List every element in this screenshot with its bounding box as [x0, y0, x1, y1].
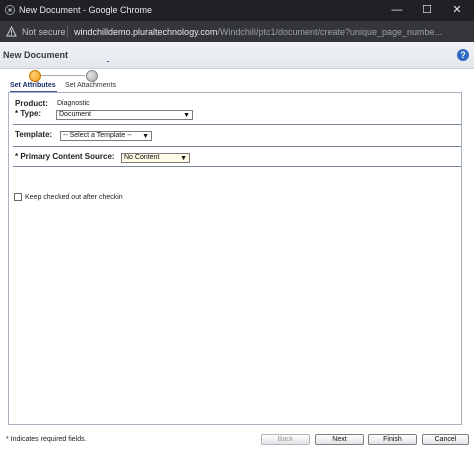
back-button[interactable]: Back [261, 434, 310, 445]
keep-checked-out-label[interactable]: Keep checked out after checkin [25, 194, 123, 201]
type-select-value: Document [59, 111, 91, 118]
form-panel [8, 92, 462, 425]
address-bar[interactable]: Not secure windchilldemo.pluraltechnolog… [0, 21, 474, 42]
security-label[interactable]: Not secure [22, 27, 66, 37]
finish-button[interactable]: Finish [368, 434, 417, 445]
primary-content-source-select[interactable]: No Content ▼ [121, 153, 190, 163]
product-value: Diagnostic [57, 100, 90, 107]
chevron-down-icon: ▼ [142, 133, 149, 140]
next-button[interactable]: Next [315, 434, 364, 445]
help-icon[interactable]: ? [457, 49, 469, 61]
type-select[interactable]: Document ▼ [56, 110, 193, 120]
step-pending-icon[interactable] [86, 70, 98, 82]
maximize-button[interactable]: ☐ [412, 0, 442, 21]
divider [13, 166, 461, 167]
step-active-icon[interactable] [29, 70, 41, 82]
url-host: windchilldemo.pluraltechnology.com [74, 27, 218, 37]
primary-content-source-value: No Content [124, 154, 160, 161]
step-connector [41, 75, 85, 76]
step-set-attachments[interactable]: Set Attachments [65, 82, 116, 89]
url-text[interactable]: windchilldemo.pluraltechnology.com/Windc… [74, 27, 442, 37]
url-path: /Windchill/ptc1/document/create?unique_p… [217, 27, 443, 37]
cancel-button[interactable]: Cancel [422, 434, 469, 445]
dot-mark [107, 61, 109, 62]
divider [13, 124, 461, 125]
window-title: New Document - Google Chrome [19, 5, 153, 15]
required-fields-note: * Indicates required fields. [6, 436, 87, 443]
warning-icon[interactable] [6, 26, 17, 37]
page-title: New Document [3, 50, 69, 60]
keep-checked-out-checkbox[interactable] [14, 193, 22, 201]
chevron-down-icon: ▼ [183, 112, 190, 119]
divider [13, 146, 461, 147]
address-separator [67, 26, 68, 37]
minimize-button[interactable]: — [382, 0, 412, 21]
browser-title-bar: New Document - Google Chrome — ☐ ✕ [0, 0, 474, 21]
type-label: * Type: [15, 109, 42, 118]
template-select-value: -- Select a Template -- [63, 132, 132, 139]
chevron-down-icon: ▼ [180, 155, 187, 162]
chrome-app-icon [5, 5, 15, 15]
template-label: Template: [15, 130, 53, 139]
template-select[interactable]: -- Select a Template -- ▼ [60, 131, 152, 141]
step-set-attributes[interactable]: Set Attributes [10, 82, 56, 89]
page-header: New Document ? [0, 42, 474, 69]
close-button[interactable]: ✕ [442, 0, 472, 21]
primary-content-source-label: * Primary Content Source: [15, 152, 115, 161]
product-label: Product: [15, 99, 48, 108]
